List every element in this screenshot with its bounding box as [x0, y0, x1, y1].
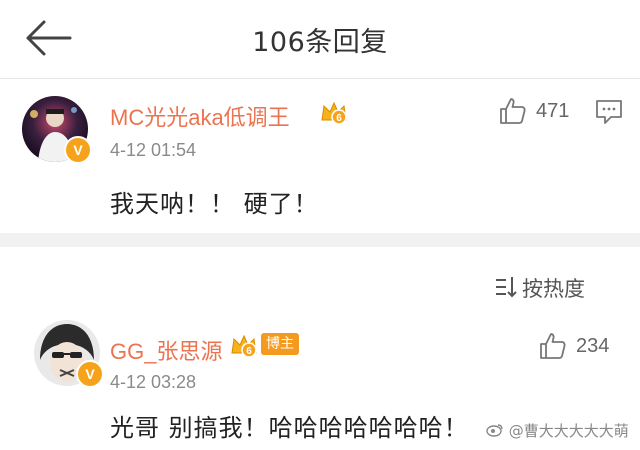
vip-crown-icon: 6 — [321, 101, 347, 125]
thumbs-up-icon — [540, 333, 566, 359]
avatar[interactable]: V — [22, 96, 92, 164]
weibo-logo-icon — [486, 424, 503, 437]
watermark: @曹大大大大大萌 — [486, 420, 629, 441]
crown-level: 6 — [336, 113, 342, 124]
comment-text: 光哥 别搞我！哈哈哈哈哈哈哈！ — [110, 414, 469, 442]
like-count: 471 — [536, 100, 570, 122]
comment-text: 我天呐！！ 硬了！ — [110, 190, 319, 218]
verified-badge: V — [76, 360, 104, 388]
avatar[interactable]: V — [34, 320, 104, 388]
top-bar: 106条回复 — [0, 0, 640, 79]
like-button[interactable]: 471 — [498, 96, 578, 128]
sort-icon — [496, 277, 517, 298]
sort-label: 按热度 — [522, 277, 585, 301]
comment-time: 4-12 03:28 — [110, 372, 197, 392]
like-button[interactable]: 234 — [538, 331, 618, 363]
section-divider — [0, 233, 640, 247]
crown-level: 6 — [246, 346, 252, 357]
comment-username[interactable]: GG_张思源 — [110, 334, 222, 366]
comment-thread-page: 106条回复 V MC光光aka低调王 6 4-12 01:54 我天呐！！ 硬… — [0, 0, 640, 450]
page-title: 106条回复 — [252, 27, 388, 58]
verified-badge: V — [64, 136, 92, 164]
vip-crown-icon: 6 — [231, 334, 257, 358]
watermark-text: @曹大大大大大萌 — [508, 422, 629, 440]
author-tag: 博主 — [261, 333, 299, 355]
like-count: 234 — [576, 335, 610, 357]
comment-username[interactable]: MC光光aka低调王 — [110, 100, 290, 132]
comment-time: 4-12 01:54 — [110, 140, 197, 160]
comment-bubble-icon[interactable] — [594, 98, 624, 126]
thumbs-up-icon — [500, 98, 526, 124]
